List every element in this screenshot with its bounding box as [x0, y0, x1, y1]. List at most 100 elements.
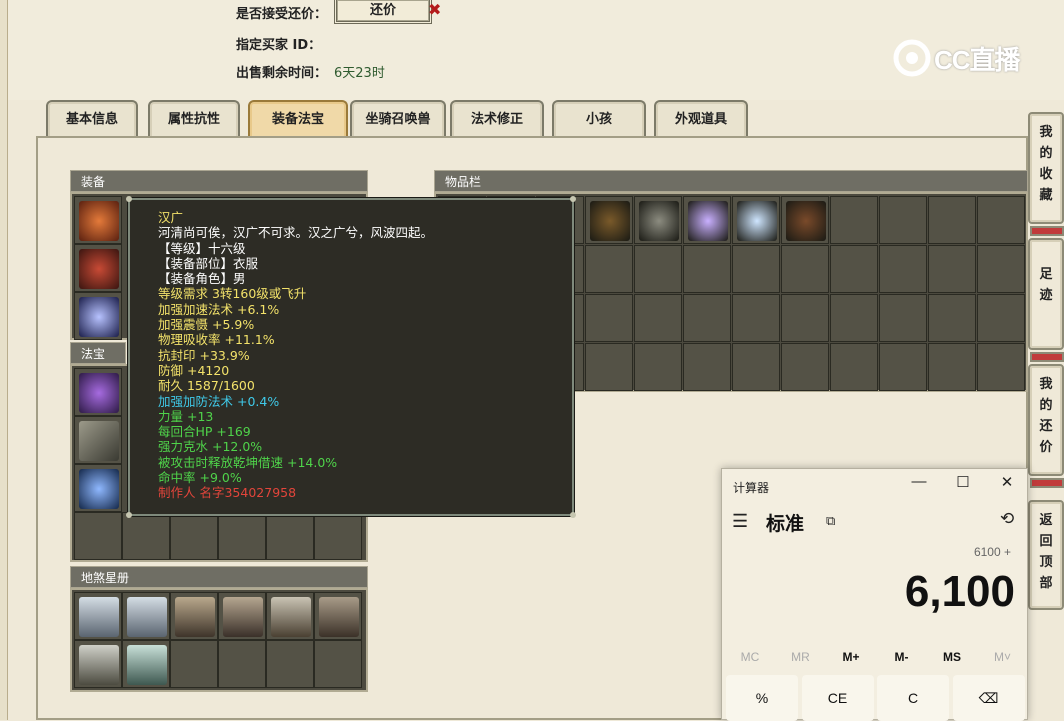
star-card[interactable] [218, 592, 266, 640]
sidebar-my-offers-button[interactable]: 我的还价 [1028, 364, 1064, 476]
inventory-slot[interactable] [585, 343, 633, 391]
treasure-slot[interactable] [314, 512, 362, 560]
treasure-slot[interactable] [170, 512, 218, 560]
warrior-card-icon [319, 597, 359, 637]
inventory-slot[interactable] [830, 294, 878, 342]
buyer-id-label: 指定买家 ID： [236, 38, 322, 53]
calculator-key[interactable]: CE [801, 675, 874, 721]
treasure-slot[interactable] [74, 416, 122, 464]
inventory-slot[interactable] [732, 196, 780, 244]
sidebar-divider [1030, 478, 1064, 488]
inventory-slot[interactable] [879, 343, 927, 391]
tooltip-line: 【装备部位】衣服 [158, 255, 259, 271]
inventory-slot[interactable] [683, 245, 731, 293]
menu-icon[interactable]: ☰ [732, 511, 748, 532]
warrior-card-icon [127, 645, 167, 685]
treasure-slot[interactable] [266, 512, 314, 560]
memory-button[interactable]: M˅ [983, 650, 1023, 664]
inventory-slot[interactable] [781, 245, 829, 293]
tab[interactable]: 小孩 [552, 100, 646, 138]
treasure-slot[interactable] [74, 512, 122, 560]
inventory-slot[interactable] [879, 294, 927, 342]
inventory-slot[interactable] [585, 196, 633, 244]
inventory-slot[interactable] [683, 294, 731, 342]
tooltip-line: 加强震慑 +5.9% [158, 317, 255, 333]
sidebar-back-to-top-button[interactable]: 返回顶部 [1028, 500, 1064, 610]
keep-on-top-icon[interactable]: ⧉ [826, 513, 835, 529]
inventory-slot[interactable] [977, 343, 1025, 391]
sidebar-footprint-button[interactable]: 足迹 [1028, 238, 1064, 350]
inventory-slot[interactable] [585, 294, 633, 342]
inventory-slot[interactable] [928, 343, 976, 391]
calculator-key[interactable]: C [877, 675, 949, 721]
sidebar-label: 我的还价 [1039, 377, 1053, 455]
inventory-slot[interactable] [830, 343, 878, 391]
item-name: 汉广 [158, 210, 184, 225]
star-card[interactable] [170, 592, 218, 640]
calculator-key[interactable]: % [726, 675, 798, 721]
inventory-slot[interactable] [585, 245, 633, 293]
treasure-slot[interactable] [122, 512, 170, 560]
star-card[interactable] [314, 592, 362, 640]
inventory-slot[interactable] [977, 294, 1025, 342]
equipment-slot[interactable] [74, 292, 122, 340]
star-card[interactable] [218, 640, 266, 688]
inventory-slot[interactable] [683, 343, 731, 391]
treasure-slot[interactable] [74, 464, 122, 512]
inventory-slot[interactable] [634, 196, 682, 244]
inventory-slot[interactable] [634, 294, 682, 342]
equipment-slot[interactable] [74, 196, 122, 244]
inventory-slot[interactable] [683, 196, 731, 244]
inventory-slot[interactable] [928, 245, 976, 293]
star-card[interactable] [266, 640, 314, 688]
equipment-slot[interactable] [74, 244, 122, 292]
inventory-slot[interactable] [977, 245, 1025, 293]
inventory-slot[interactable] [830, 245, 878, 293]
treasure-slot[interactable] [74, 368, 122, 416]
inventory-slot[interactable] [634, 343, 682, 391]
history-icon[interactable]: ⟲ [1000, 509, 1014, 529]
minimize-icon[interactable]: — [904, 473, 934, 490]
star-card[interactable] [74, 640, 122, 688]
star-card[interactable] [74, 592, 122, 640]
inventory-slot[interactable] [928, 294, 976, 342]
memory-button[interactable]: M+ [831, 650, 871, 664]
inventory-slot[interactable] [781, 343, 829, 391]
tab[interactable]: 属性抗性 [148, 100, 240, 138]
star-card[interactable] [170, 640, 218, 688]
haggle-button[interactable]: 还价 [334, 0, 432, 24]
calculator-mode: 标准 [766, 514, 805, 535]
star-card[interactable] [122, 640, 170, 688]
tooltip-corner [570, 512, 576, 518]
inventory-slot[interactable] [879, 196, 927, 244]
star-card[interactable] [266, 592, 314, 640]
close-window-icon[interactable]: ✕ [992, 473, 1022, 491]
inventory-slot[interactable] [732, 294, 780, 342]
treasure-slot[interactable] [218, 512, 266, 560]
tab[interactable]: 外观道具 [654, 100, 748, 138]
tooltip-line: 【装备角色】男 [158, 271, 246, 287]
inventory-slot[interactable] [781, 294, 829, 342]
inventory-slot[interactable] [732, 245, 780, 293]
tab[interactable]: 法术修正 [450, 100, 544, 138]
tab[interactable]: 坐骑召唤兽 [350, 100, 446, 138]
inventory-slot[interactable] [781, 196, 829, 244]
memory-button[interactable]: MS [932, 650, 972, 664]
close-icon[interactable]: ✖ [428, 0, 441, 19]
inventory-slot[interactable] [879, 245, 927, 293]
memory-button[interactable]: M- [882, 650, 922, 664]
calculator-key[interactable]: ⌫ [952, 675, 1025, 721]
inventory-slot[interactable] [977, 196, 1025, 244]
tab[interactable]: 装备法宝 [248, 100, 348, 138]
star-card[interactable] [122, 592, 170, 640]
inventory-slot[interactable] [928, 196, 976, 244]
inventory-slot[interactable] [830, 196, 878, 244]
maximize-icon[interactable]: ☐ [948, 473, 978, 491]
inventory-slot[interactable] [732, 343, 780, 391]
inventory-slot[interactable] [634, 245, 682, 293]
memory-button[interactable]: MR [781, 650, 821, 664]
memory-button[interactable]: MC [730, 650, 770, 664]
star-card[interactable] [314, 640, 362, 688]
tab[interactable]: 基本信息 [46, 100, 138, 138]
sidebar-favorites-button[interactable]: 我的收藏 [1028, 112, 1064, 224]
